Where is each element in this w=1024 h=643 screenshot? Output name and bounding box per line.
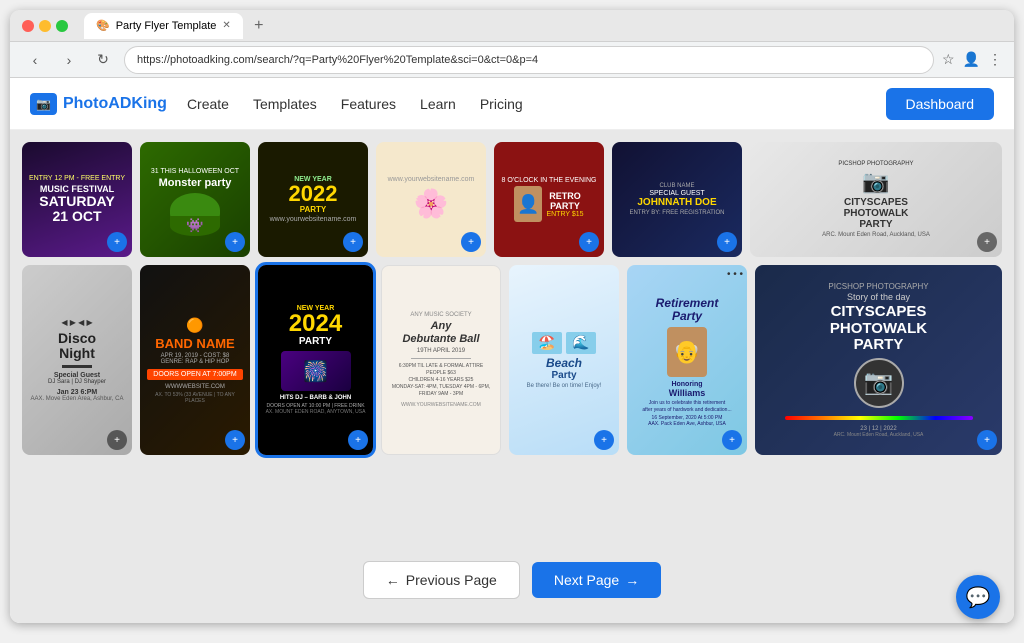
browser-titlebar: 🎨 Party Flyer Template ✕ + xyxy=(10,10,1014,42)
prev-arrow-icon: ← xyxy=(386,572,400,588)
site-nav: 📷 PhotoADKing Create Templates Features … xyxy=(10,78,1014,130)
next-page-button[interactable]: Next Page → xyxy=(532,562,661,598)
chat-icon: 💬 xyxy=(966,585,991,610)
tab-favicon: 🎨 xyxy=(96,19,110,32)
pagination: ← Previous Page Next Page → xyxy=(22,549,1002,611)
template-card-photography[interactable]: PICSHOP PHOTOGRAPHY 📷 CITYSCAPESPHOTOWAL… xyxy=(750,142,1002,257)
add-halloween-icon[interactable]: + xyxy=(225,232,245,252)
nav-create[interactable]: Create xyxy=(187,96,229,112)
site-content: 📷 PhotoADKing Create Templates Features … xyxy=(10,78,1014,623)
prev-page-label: Previous Page xyxy=(406,572,497,588)
template-card-retirement[interactable]: • • • RetirementParty 👴 Honoring William… xyxy=(627,265,747,455)
bookmark-icon[interactable]: ☆ xyxy=(942,51,955,68)
add-photography-icon[interactable]: + xyxy=(977,232,997,252)
toolbar-icons: ☆ 👤 ⋮ xyxy=(942,51,1002,68)
next-page-label: Next Page xyxy=(554,572,619,588)
template-card-beach[interactable]: 🏖️ 🌊 Beach Party Be there! Be on time! E… xyxy=(509,265,619,455)
window-controls xyxy=(22,20,68,32)
template-card-retro[interactable]: 8 O'CLOCK IN THE EVENING 👤 RETRO PARTY E… xyxy=(494,142,604,257)
logo-icon: 📷 xyxy=(30,93,57,115)
new-tab-button[interactable]: + xyxy=(247,14,271,38)
browser-tabs: 🎨 Party Flyer Template ✕ + xyxy=(84,13,1002,39)
add-disco-icon[interactable]: + xyxy=(107,430,127,450)
nav-pricing[interactable]: Pricing xyxy=(480,96,523,112)
gallery-area: ENTRY 12 PM - FREE ENTRY MUSIC FESTIVAL … xyxy=(10,130,1014,623)
add-to-template-icon[interactable]: + xyxy=(107,232,127,252)
maximize-button[interactable] xyxy=(56,20,68,32)
gallery-container: ENTRY 12 PM - FREE ENTRY MUSIC FESTIVAL … xyxy=(22,142,1002,611)
logo-text: PhotoADKing xyxy=(63,95,167,113)
next-arrow-icon: → xyxy=(625,572,639,588)
template-card-band[interactable]: 🟠 BAND NAME APR 19, 2019 - COST: $8 GENR… xyxy=(140,265,250,455)
browser-toolbar: ‹ › ↻ https://photoadking.com/search/?q=… xyxy=(10,42,1014,78)
gallery-row-2: ◀ ▶ ◀ ▶ DiscoNight Special Guest DJ Sara… xyxy=(22,265,1002,541)
add-photo-party-icon[interactable]: + xyxy=(977,430,997,450)
template-card-newyear2024[interactable]: NEW YEAR 2024 PARTY 🎆 HITS DJ – BARB & J… xyxy=(258,265,373,455)
template-card-johnnath[interactable]: CLUB NAME SPECIAL GUEST JOHNNATH DOE ENT… xyxy=(612,142,742,257)
chat-button[interactable]: 💬 xyxy=(956,575,1000,619)
back-button[interactable]: ‹ xyxy=(22,47,48,73)
template-card-halloween[interactable]: 31 THIS HALLOWEEN OCT Monster party 👾 + xyxy=(140,142,250,257)
forward-button[interactable]: › xyxy=(56,47,82,73)
address-bar[interactable]: https://photoadking.com/search/?q=Party%… xyxy=(124,46,934,74)
logo-suffix: ing xyxy=(143,95,167,112)
dashboard-button[interactable]: Dashboard xyxy=(886,88,995,120)
add-floral-icon[interactable]: + xyxy=(461,232,481,252)
add-newyear2024-icon[interactable]: + xyxy=(348,430,368,450)
template-card-newyear2022[interactable]: NEW YEAR 2022 PARTY www.yourwebsitename.… xyxy=(258,142,368,257)
tab-title: Party Flyer Template xyxy=(116,20,217,32)
add-newyear2022-icon[interactable]: + xyxy=(343,232,363,252)
active-tab[interactable]: 🎨 Party Flyer Template ✕ xyxy=(84,13,243,39)
profile-icon[interactable]: 👤 xyxy=(963,51,980,68)
template-card-floral[interactable]: www.yourwebsitename.com 🌸 + xyxy=(376,142,486,257)
close-button[interactable] xyxy=(22,20,34,32)
gallery-row-1: ENTRY 12 PM - FREE ENTRY MUSIC FESTIVAL … xyxy=(22,142,1002,257)
url-text: https://photoadking.com/search/?q=Party%… xyxy=(137,54,538,66)
tab-close-icon[interactable]: ✕ xyxy=(222,20,230,31)
logo-primary: PhotoADK xyxy=(63,95,143,112)
nav-features[interactable]: Features xyxy=(341,96,396,112)
browser-window: 🎨 Party Flyer Template ✕ + ‹ › ↻ https:/… xyxy=(10,10,1014,623)
previous-page-button[interactable]: ← Previous Page xyxy=(363,561,520,599)
nav-links: Create Templates Features Learn Pricing xyxy=(187,96,886,112)
template-card-photo-party[interactable]: PICSHOP PHOTOGRAPHY Story of the day CIT… xyxy=(755,265,1002,455)
more-icon[interactable]: ⋮ xyxy=(988,51,1002,68)
nav-templates[interactable]: Templates xyxy=(253,96,317,112)
logo: 📷 PhotoADKing xyxy=(30,93,167,115)
refresh-button[interactable]: ↻ xyxy=(90,47,116,73)
add-retro-icon[interactable]: + xyxy=(579,232,599,252)
nav-learn[interactable]: Learn xyxy=(420,96,456,112)
template-card-disco[interactable]: ◀ ▶ ◀ ▶ DiscoNight Special Guest DJ Sara… xyxy=(22,265,132,455)
template-card-debutante[interactable]: ANY MUSIC SOCIETY AnyDebutante Ball 19TH… xyxy=(381,265,501,455)
minimize-button[interactable] xyxy=(39,20,51,32)
template-card-music-festival[interactable]: ENTRY 12 PM - FREE ENTRY MUSIC FESTIVAL … xyxy=(22,142,132,257)
add-retirement-icon[interactable]: + xyxy=(722,430,742,450)
add-johnnath-icon[interactable]: + xyxy=(717,232,737,252)
add-band-icon[interactable]: + xyxy=(225,430,245,450)
add-beach-icon[interactable]: + xyxy=(594,430,614,450)
